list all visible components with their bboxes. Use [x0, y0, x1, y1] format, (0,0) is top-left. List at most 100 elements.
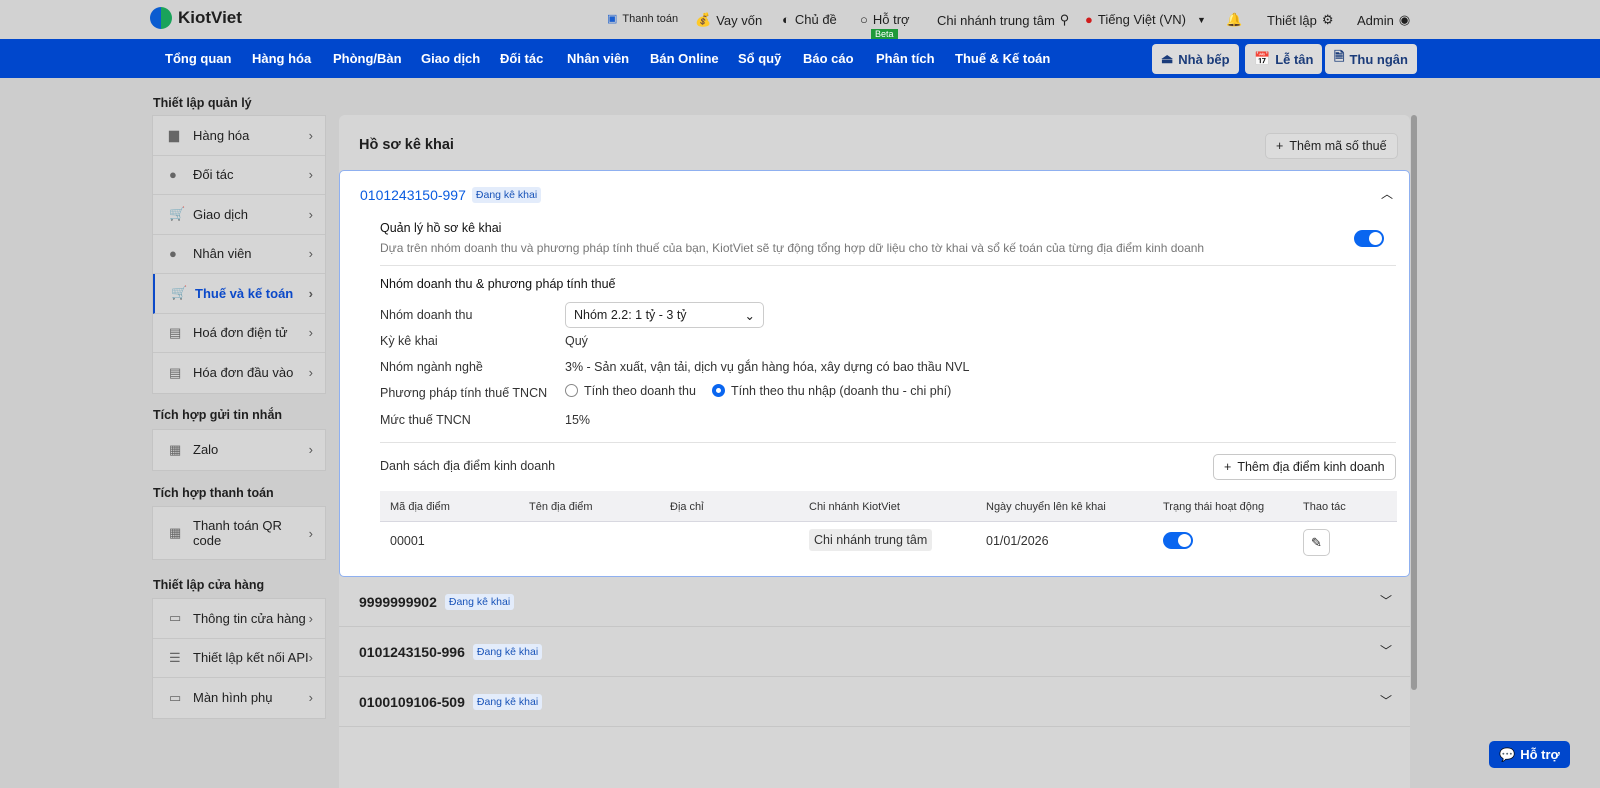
- nav-nhan-vien[interactable]: Nhân viên: [567, 51, 629, 66]
- sidebar-group-title: Tích hợp gửi tin nhắn: [153, 408, 283, 422]
- support-link[interactable]: ○ Hỗ trợ: [860, 12, 910, 27]
- table-row: 00001 Chi nhánh trung tâm 01/01/2026 ✎: [380, 522, 1397, 566]
- branch-selector[interactable]: Chi nhánh trung tâm ⚲: [937, 12, 1069, 28]
- box-icon: ▆: [169, 127, 179, 143]
- loan-link[interactable]: 💰 Vay vốn: [695, 12, 762, 28]
- invoice-in-icon: ▤: [169, 364, 182, 380]
- sidebar-item-nhan-vien[interactable]: ● Nhân viên ›: [153, 235, 325, 274]
- edit-button[interactable]: ✎: [1303, 529, 1330, 556]
- nav-doi-tac[interactable]: Đối tác: [500, 51, 543, 66]
- kitchen-bell-icon: ⏏: [1161, 51, 1174, 66]
- tax-code[interactable]: 0101243150-997: [360, 187, 466, 203]
- top-bar: KiotViet ▣ Thanh toán 💰 Vay vốn ◐ Chủ đề ○ H…: [0, 0, 1600, 40]
- sidebar-item-thue-ke-toan[interactable]: 🛒 Thuế và kế toán ›: [153, 274, 325, 314]
- nav-ban-online[interactable]: Bán Online: [650, 51, 719, 66]
- sidebar-item-hoa-don-dau-vao[interactable]: ▤ Hóa đơn đầu vào ›: [153, 353, 325, 393]
- help-button[interactable]: 💬 Hỗ trợ: [1489, 741, 1570, 768]
- chevron-right-icon: ›: [308, 325, 313, 341]
- industry-label: Nhóm ngành nghề: [380, 360, 483, 374]
- scrollbar[interactable]: [1411, 115, 1417, 690]
- tax-profile-row[interactable]: 0101243150-996 Đang kê khai ﹀: [339, 627, 1410, 677]
- period-value: Quý: [565, 334, 588, 348]
- gear-icon: ⚙: [1321, 12, 1334, 27]
- kitchen-button[interactable]: ⏏ Nhà bếp: [1152, 44, 1239, 74]
- sidebar-group-title: Tích hợp thanh toán: [153, 486, 274, 500]
- table-header: Mã địa điểm Tên địa điểm Địa chỉ Chi nhá…: [380, 491, 1397, 522]
- add-tax-code-button[interactable]: + Thêm mã số thuế: [1265, 133, 1398, 159]
- qr-icon: ▦: [169, 525, 182, 540]
- sidebar-group-title: Thiết lập quản lý: [153, 96, 252, 110]
- sidebar-item-hang-hoa[interactable]: ▆ Hàng hóa ›: [153, 116, 325, 156]
- status-badge: Đang kê khai: [472, 643, 543, 660]
- chevron-right-icon: ›: [308, 285, 313, 301]
- calendar-icon: 📅: [1254, 51, 1271, 66]
- settings-link[interactable]: Thiết lập ⚙: [1267, 12, 1334, 28]
- chevron-right-icon: ›: [308, 246, 313, 262]
- chevron-up-icon[interactable]: ︿: [1381, 185, 1393, 202]
- revenue-group-select[interactable]: Nhóm 2.2: 1 tỷ - 3 tỷ ⌄: [565, 302, 764, 328]
- add-location-button[interactable]: + Thêm địa điểm kinh doanh: [1213, 454, 1396, 480]
- location-code: 00001: [390, 534, 425, 548]
- locations-title: Danh sách địa điểm kinh doanh: [380, 459, 556, 473]
- manage-title: Quản lý hồ sơ kê khai: [380, 221, 502, 235]
- column-header: Ngày chuyển lên kê khai: [986, 501, 1106, 513]
- radio-selected-icon: [712, 384, 725, 397]
- user-icon: ◉: [1398, 12, 1411, 27]
- nav-so-quy[interactable]: Sổ quỹ: [738, 51, 781, 66]
- nav-thue-ke-toan[interactable]: Thuế & Kế toán: [955, 51, 1050, 66]
- chevron-right-icon: ›: [308, 127, 313, 143]
- section-title: Nhóm doanh thu & phương pháp tính thuế: [380, 277, 616, 291]
- nav-phong-ban[interactable]: Phòng/Bàn: [333, 51, 402, 66]
- nav-giao-dich[interactable]: Giao dịch: [421, 51, 480, 66]
- method-option-income[interactable]: Tính theo thu nhập (doanh thu - chi phí): [712, 384, 951, 398]
- nav-bao-cao[interactable]: Báo cáo: [803, 51, 854, 66]
- sidebar-item-second-screen[interactable]: ▭ Màn hình phụ ›: [153, 678, 325, 718]
- language-selector[interactable]: ● Tiếng Việt (VN) ▼: [1085, 12, 1206, 27]
- location-active-toggle[interactable]: [1163, 532, 1193, 549]
- plus-icon: +: [1276, 139, 1284, 153]
- tax-profile-row[interactable]: 9999999902 Đang kê khai ﹀: [339, 577, 1410, 627]
- revenue-group-label: Nhóm doanh thu: [380, 308, 473, 322]
- monitor-icon: ▭: [169, 689, 182, 705]
- page-title: Hồ sơ kê khai: [359, 137, 454, 153]
- sidebar-item-api[interactable]: ☰ Thiết lập kết nối API ›: [153, 639, 325, 678]
- method-option-revenue[interactable]: Tính theo doanh thu: [565, 384, 696, 398]
- sidebar-group-title: Thiết lập cửa hàng: [153, 578, 265, 592]
- rate-label: Mức thuế TNCN: [380, 413, 471, 427]
- notification-bell-icon[interactable]: 🔔: [1226, 12, 1242, 28]
- sidebar-group-store: ▭ Thông tin cửa hàng › ☰ Thiết lập kết nối …: [152, 598, 326, 719]
- kiotviet-logo[interactable]: KiotViet: [150, 7, 242, 29]
- theme-link[interactable]: ◐ Chủ đề: [782, 12, 837, 27]
- sidebar-group-payment: ▦ Thanh toán QR code ›: [152, 506, 326, 560]
- manage-toggle[interactable]: [1354, 230, 1384, 247]
- branch-chip: Chi nhánh trung tâm: [809, 529, 933, 551]
- chevron-right-icon: ›: [308, 442, 313, 458]
- chevron-right-icon: ›: [308, 690, 313, 706]
- rate-value: 15%: [565, 413, 591, 427]
- sidebar-item-hoa-don-dien-tu[interactable]: ▤ Hoá đơn điện tử ›: [153, 314, 325, 353]
- sidebar-item-doi-tac[interactable]: ● Đối tác ›: [153, 156, 325, 195]
- sidebar-item-zalo[interactable]: ▦ Zalo ›: [153, 430, 325, 470]
- admin-menu[interactable]: Admin ◉: [1357, 12, 1410, 28]
- vn-flag-icon: ●: [1085, 12, 1093, 27]
- sidebar-group-management: ▆ Hàng hóa › ● Đối tác › 🛒 Giao dịch › ● Nhân v…: [152, 115, 326, 394]
- nav-tong-quan[interactable]: Tổng quan: [165, 51, 231, 66]
- tax-profile-row[interactable]: 0100109106-509 Đang kê khai ﹀: [339, 677, 1410, 727]
- sidebar-item-store-info[interactable]: ▭ Thông tin cửa hàng ›: [153, 599, 325, 639]
- status-badge: Đang kê khai: [471, 187, 542, 203]
- sidebar-item-giao-dich[interactable]: 🛒 Giao dịch ›: [153, 195, 325, 235]
- chevron-down-icon: ⌄: [744, 308, 755, 323]
- radio-icon: [565, 384, 578, 397]
- chevron-right-icon: ›: [308, 365, 313, 381]
- reception-button[interactable]: 📅 Lễ tân: [1245, 44, 1323, 74]
- chat-bubble-icon: 💬: [1499, 746, 1516, 762]
- sidebar-item-qr[interactable]: ▦ Thanh toán QR code ›: [153, 507, 325, 559]
- nav-phan-tich[interactable]: Phân tích: [876, 51, 935, 66]
- payment-link[interactable]: ▣ Thanh toán: [607, 12, 678, 26]
- money-bag-icon: 💰: [695, 12, 712, 27]
- status-badge: Đang kê khai: [472, 693, 543, 710]
- nav-hang-hoa[interactable]: Hàng hóa: [252, 51, 311, 66]
- cashier-button[interactable]: 🗎 Thu ngân: [1325, 44, 1417, 74]
- method-label: Phương pháp tính thuế TNCN: [380, 386, 548, 400]
- chevron-right-icon: ›: [308, 525, 313, 541]
